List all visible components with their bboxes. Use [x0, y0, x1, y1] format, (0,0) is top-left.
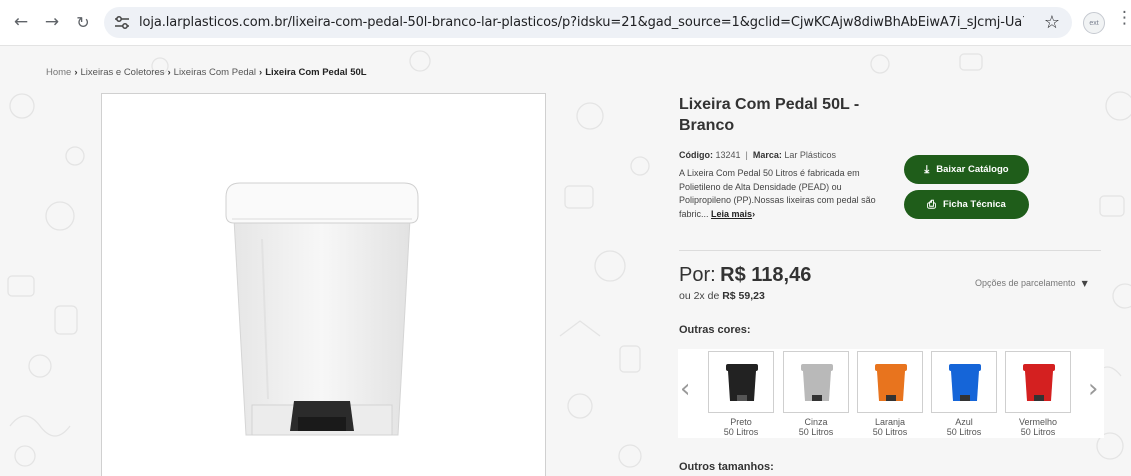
color-name: Laranja [874, 417, 906, 427]
product-image-frame[interactable] [101, 93, 546, 476]
brand-label: Marca: [752, 150, 782, 160]
color-size: 50 Litros [1020, 427, 1056, 437]
datasheet-label: Ficha Técnica [942, 199, 1006, 210]
breadcrumb-current: Lixeira Com Pedal 50L [265, 67, 367, 78]
price-prefix: Por: [679, 264, 716, 286]
color-option-vermelho[interactable]: Vermelho 50 Litros [1005, 351, 1071, 439]
product-title: Lixeira Com Pedal 50L - Branco [679, 96, 860, 134]
browser-toolbar: ← → ↻ loja.larplasticos.com.br/lixeira-c… [0, 0, 1131, 46]
color-option-preto[interactable]: Preto 50 Litros [708, 351, 774, 439]
color-thumbnail [708, 351, 774, 413]
color-option-label: Azul 50 Litros [931, 417, 997, 437]
forward-button[interactable]: → [40, 10, 64, 34]
arrow-right-icon: → [44, 12, 60, 32]
chevron-right-icon: › [752, 208, 756, 219]
color-option-label: Preto 50 Litros [708, 417, 774, 437]
color-size: 50 Litros [872, 427, 908, 437]
bin-thumbnail [875, 364, 907, 401]
product-meta: Código: 13241 | Marca: Lar Plásticos [679, 150, 836, 160]
color-name: Azul [955, 417, 973, 427]
chevron-right-icon[interactable]: › [1088, 376, 1098, 402]
url-text[interactable]: loja.larplasticos.com.br/lixeira-com-ped… [139, 15, 1024, 30]
breadcrumb: Home › Lixeiras e Coletores › Lixeiras Com P… [46, 67, 367, 78]
description-text: A Lixeira Com Pedal 50 Litros é fabricad… [679, 168, 876, 219]
print-icon: ⎙ [927, 197, 936, 211]
color-carousel: ‹ Preto 50 Litros Cinza 50 Litros Laranj… [678, 349, 1104, 438]
reload-icon: ↻ [76, 12, 90, 32]
color-name: Preto [730, 417, 752, 427]
code-label: Código: [679, 150, 713, 160]
color-option-cinza[interactable]: Cinza 50 Litros [783, 351, 849, 439]
bin-thumbnail [801, 364, 833, 401]
brand-value: Lar Plásticos [784, 150, 836, 160]
color-size: 50 Litros [798, 427, 834, 437]
bin-thumbnail [1023, 364, 1055, 401]
color-option-azul[interactable]: Azul 50 Litros [931, 351, 997, 439]
price: Por: R$ 118,46 [679, 264, 811, 287]
color-thumbnail [1005, 351, 1071, 413]
color-option-label: Vermelho 50 Litros [1005, 417, 1071, 437]
price-value: R$ 118,46 [720, 264, 812, 286]
color-thumbnail [783, 351, 849, 413]
product-description: A Lixeira Com Pedal 50 Litros é fabricad… [679, 167, 889, 221]
other-sizes-heading: Outros tamanhos: [679, 461, 774, 473]
breadcrumb-item-lixeiras-coletores[interactable]: Lixeiras e Coletores [81, 67, 165, 78]
more-vert-icon[interactable]: ⋮ [1116, 10, 1131, 27]
address-bar[interactable]: loja.larplasticos.com.br/lixeira-com-ped… [104, 7, 1072, 38]
breadcrumb-separator: › [74, 67, 78, 78]
installment-value: R$ 59,23 [722, 290, 765, 302]
star-icon[interactable]: ☆ [1044, 12, 1060, 33]
breadcrumb-item-lixeiras-pedal[interactable]: Lixeiras Com Pedal [174, 67, 256, 78]
installments-prefix: ou 2x de [679, 290, 720, 302]
bin-thumbnail [726, 364, 758, 401]
breadcrumb-home[interactable]: Home [46, 67, 71, 78]
color-name: Vermelho [1018, 417, 1058, 427]
breadcrumb-separator: › [259, 67, 263, 78]
chevron-left-icon[interactable]: ‹ [680, 376, 690, 402]
product-image [225, 182, 419, 436]
page-content: Home › Lixeiras e Coletores › Lixeiras Com P… [0, 46, 1131, 476]
color-option-laranja[interactable]: Laranja 50 Litros [857, 351, 923, 439]
download-icon: ⤓ [924, 162, 930, 176]
reload-button[interactable]: ↻ [71, 10, 95, 34]
color-name: Cinza [804, 417, 828, 427]
back-button[interactable]: ← [9, 10, 33, 34]
download-catalog-label: Baixar Catálogo [936, 164, 1009, 175]
read-more-link[interactable]: Leia mais [711, 209, 752, 219]
caret-down-icon: ▼ [1081, 279, 1088, 288]
product-info: Lixeira Com Pedal 50L - Branco Código: 1… [678, 46, 1109, 476]
color-size: 50 Litros [723, 427, 759, 437]
arrow-left-icon: ← [13, 12, 29, 32]
color-thumbnail [857, 351, 923, 413]
extension-icon[interactable]: ext [1083, 12, 1105, 34]
breadcrumb-separator: › [167, 67, 171, 78]
installment-options-dropdown[interactable]: Opções de parcelamento ▼ [975, 278, 1088, 288]
other-colors-heading: Outras cores: [679, 324, 751, 336]
datasheet-button[interactable]: ⎙ Ficha Técnica [904, 190, 1029, 219]
color-option-label: Laranja 50 Litros [857, 417, 923, 437]
color-size: 50 Litros [946, 427, 982, 437]
site-info-icon[interactable] [114, 15, 130, 30]
color-option-label: Cinza 50 Litros [783, 417, 849, 437]
installments: ou 2x de R$ 59,23 [679, 290, 765, 302]
code-value: 13241 [715, 150, 741, 160]
download-catalog-button[interactable]: ⤓ Baixar Catálogo [904, 155, 1029, 184]
divider [679, 250, 1101, 251]
installment-options-label: Opções de parcelamento [975, 278, 1076, 288]
meta-divider: | [745, 150, 748, 160]
color-thumbnail [931, 351, 997, 413]
bin-thumbnail [949, 364, 981, 401]
